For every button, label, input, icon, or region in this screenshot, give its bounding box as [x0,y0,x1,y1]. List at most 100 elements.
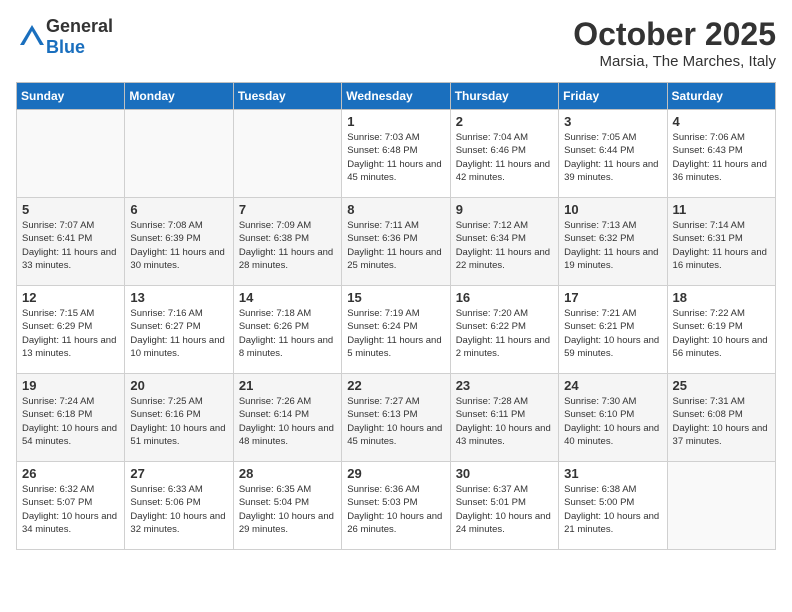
day-number: 31 [564,466,661,481]
day-number: 2 [456,114,553,129]
day-number: 7 [239,202,336,217]
calendar-cell: 6Sunrise: 7:08 AMSunset: 6:39 PMDaylight… [125,198,233,286]
day-info: Sunrise: 7:08 AMSunset: 6:39 PMDaylight:… [130,219,227,272]
day-number: 8 [347,202,444,217]
day-info: Sunrise: 7:18 AMSunset: 6:26 PMDaylight:… [239,307,336,360]
calendar-cell: 29 Sunrise: 6:36 AMSunset: 5:03 PMDayligh… [342,462,450,550]
day-number: 10 [564,202,661,217]
day-info: Sunrise: 7:15 AMSunset: 6:29 PMDaylight:… [22,307,119,360]
day-number: 24 [564,378,661,393]
day-info: Sunrise: 7:28 AMSunset: 6:11 PMDaylight:… [456,395,553,448]
calendar-cell: 17 Sunrise: 7:21 AMSunset: 6:21 PMDayligh… [559,286,667,374]
day-info: Sunrise: 6:38 AMSunset: 5:00 PMDaylight:… [564,483,661,536]
day-header-monday: Monday [125,83,233,110]
logo-icon [18,23,46,51]
day-info: Sunrise: 7:07 AMSunset: 6:41 PMDaylight:… [22,219,119,272]
day-header-sunday: Sunday [17,83,125,110]
calendar-cell: 11 Sunrise: 7:14 AMSunset: 6:31 PMDayligh… [667,198,775,286]
calendar-cell: 4 Sunrise: 7:06 AMSunset: 6:43 PMDaylight… [667,110,775,198]
day-info: Sunrise: 7:22 AMSunset: 6:19 PMDaylight:… [673,307,770,360]
day-number: 4 [673,114,770,129]
calendar-cell: 12 Sunrise: 7:15 AMSunset: 6:29 PMDayligh… [17,286,125,374]
logo-general-text: General [46,16,113,36]
location-title: Marsia, The Marches, Italy [573,53,776,70]
calendar-cell [667,462,775,550]
day-number: 25 [673,378,770,393]
day-info: Sunrise: 7:12 AMSunset: 6:34 PMDaylight:… [456,219,553,272]
day-info: Sunrise: 7:05 AMSunset: 6:44 PMDaylight:… [564,131,661,184]
day-number: 29 [347,466,444,481]
calendar-cell: 13 Sunrise: 7:16 AMSunset: 6:27 PMDayligh… [125,286,233,374]
day-number: 12 [22,290,119,305]
day-info: Sunrise: 7:25 AMSunset: 6:16 PMDaylight:… [130,395,227,448]
calendar-cell: 25Sunrise: 7:31 AMSunset: 6:08 PMDayligh… [667,374,775,462]
calendar-cell: 2 Sunrise: 7:04 AMSunset: 6:46 PMDaylight… [450,110,558,198]
day-info: Sunrise: 7:04 AMSunset: 6:46 PMDaylight:… [456,131,553,184]
day-info: Sunrise: 7:21 AMSunset: 6:21 PMDaylight:… [564,307,661,360]
day-header-wednesday: Wednesday [342,83,450,110]
calendar-cell: 9 Sunrise: 7:12 AMSunset: 6:34 PMDaylight… [450,198,558,286]
calendar-cell: 14 Sunrise: 7:18 AMSunset: 6:26 PMDayligh… [233,286,341,374]
day-number: 13 [130,290,227,305]
calendar-cell: 31 Sunrise: 6:38 AMSunset: 5:00 PMDayligh… [559,462,667,550]
day-info: Sunrise: 7:30 AMSunset: 6:10 PMDaylight:… [564,395,661,448]
day-number: 28 [239,466,336,481]
day-number: 26 [22,466,119,481]
calendar-cell: 26 Sunrise: 6:32 AMSunset: 5:07 PMDayligh… [17,462,125,550]
day-number: 19 [22,378,119,393]
calendar-cell: 19Sunrise: 7:24 AMSunset: 6:18 PMDayligh… [17,374,125,462]
day-header-friday: Friday [559,83,667,110]
day-info: Sunrise: 7:20 AMSunset: 6:22 PMDaylight:… [456,307,553,360]
day-number: 14 [239,290,336,305]
day-info: Sunrise: 7:06 AMSunset: 6:43 PMDaylight:… [673,131,770,184]
week-row-4: 19Sunrise: 7:24 AMSunset: 6:18 PMDayligh… [17,374,776,462]
calendar-table: SundayMondayTuesdayWednesdayThursdayFrid… [16,82,776,550]
day-info: Sunrise: 7:19 AMSunset: 6:24 PMDaylight:… [347,307,444,360]
day-number: 30 [456,466,553,481]
day-number: 11 [673,202,770,217]
calendar-cell: 27 Sunrise: 6:33 AMSunset: 5:06 PMDayligh… [125,462,233,550]
day-info: Sunrise: 7:09 AMSunset: 6:38 PMDaylight:… [239,219,336,272]
calendar-cell: 23Sunrise: 7:28 AMSunset: 6:11 PMDayligh… [450,374,558,462]
calendar-cell: 3 Sunrise: 7:05 AMSunset: 6:44 PMDaylight… [559,110,667,198]
calendar-cell: 10 Sunrise: 7:13 AMSunset: 6:32 PMDayligh… [559,198,667,286]
week-row-2: 5 Sunrise: 7:07 AMSunset: 6:41 PMDaylight… [17,198,776,286]
day-info: Sunrise: 6:35 AMSunset: 5:04 PMDaylight:… [239,483,336,536]
calendar-cell: 20 Sunrise: 7:25 AMSunset: 6:16 PMDayligh… [125,374,233,462]
day-number: 9 [456,202,553,217]
calendar-cell [17,110,125,198]
week-row-3: 12 Sunrise: 7:15 AMSunset: 6:29 PMDayligh… [17,286,776,374]
day-info: Sunrise: 7:16 AMSunset: 6:27 PMDaylight:… [130,307,227,360]
calendar-cell: 5 Sunrise: 7:07 AMSunset: 6:41 PMDaylight… [17,198,125,286]
day-number: 5 [22,202,119,217]
day-info: Sunrise: 7:26 AMSunset: 6:14 PMDaylight:… [239,395,336,448]
calendar-cell: 15Sunrise: 7:19 AMSunset: 6:24 PMDayligh… [342,286,450,374]
calendar-cell [233,110,341,198]
week-row-5: 26 Sunrise: 6:32 AMSunset: 5:07 PMDayligh… [17,462,776,550]
day-info: Sunrise: 6:32 AMSunset: 5:07 PMDaylight:… [22,483,119,536]
day-header-saturday: Saturday [667,83,775,110]
day-info: Sunrise: 7:13 AMSunset: 6:32 PMDaylight:… [564,219,661,272]
calendar-cell: 16Sunrise: 7:20 AMSunset: 6:22 PMDayligh… [450,286,558,374]
logo-blue-text: Blue [46,37,85,57]
calendar-cell [125,110,233,198]
title-area: October 2025 Marsia, The Marches, Italy [573,16,776,70]
calendar-cell: 30 Sunrise: 6:37 AMSunset: 5:01 PMDayligh… [450,462,558,550]
day-number: 22 [347,378,444,393]
logo: General Blue [16,16,113,58]
calendar-cell: 7 Sunrise: 7:09 AMSunset: 6:38 PMDaylight… [233,198,341,286]
day-header-thursday: Thursday [450,83,558,110]
day-number: 27 [130,466,227,481]
day-info: Sunrise: 7:14 AMSunset: 6:31 PMDaylight:… [673,219,770,272]
day-info: Sunrise: 6:37 AMSunset: 5:01 PMDaylight:… [456,483,553,536]
day-info: Sunrise: 6:36 AMSunset: 5:03 PMDaylight:… [347,483,444,536]
day-info: Sunrise: 6:33 AMSunset: 5:06 PMDaylight:… [130,483,227,536]
day-number: 17 [564,290,661,305]
month-title: October 2025 [573,16,776,53]
day-number: 3 [564,114,661,129]
day-number: 20 [130,378,227,393]
day-info: Sunrise: 7:27 AMSunset: 6:13 PMDaylight:… [347,395,444,448]
day-number: 21 [239,378,336,393]
calendar-cell: 8Sunrise: 7:11 AMSunset: 6:36 PMDaylight… [342,198,450,286]
calendar-cell: 1Sunrise: 7:03 AMSunset: 6:48 PMDaylight… [342,110,450,198]
